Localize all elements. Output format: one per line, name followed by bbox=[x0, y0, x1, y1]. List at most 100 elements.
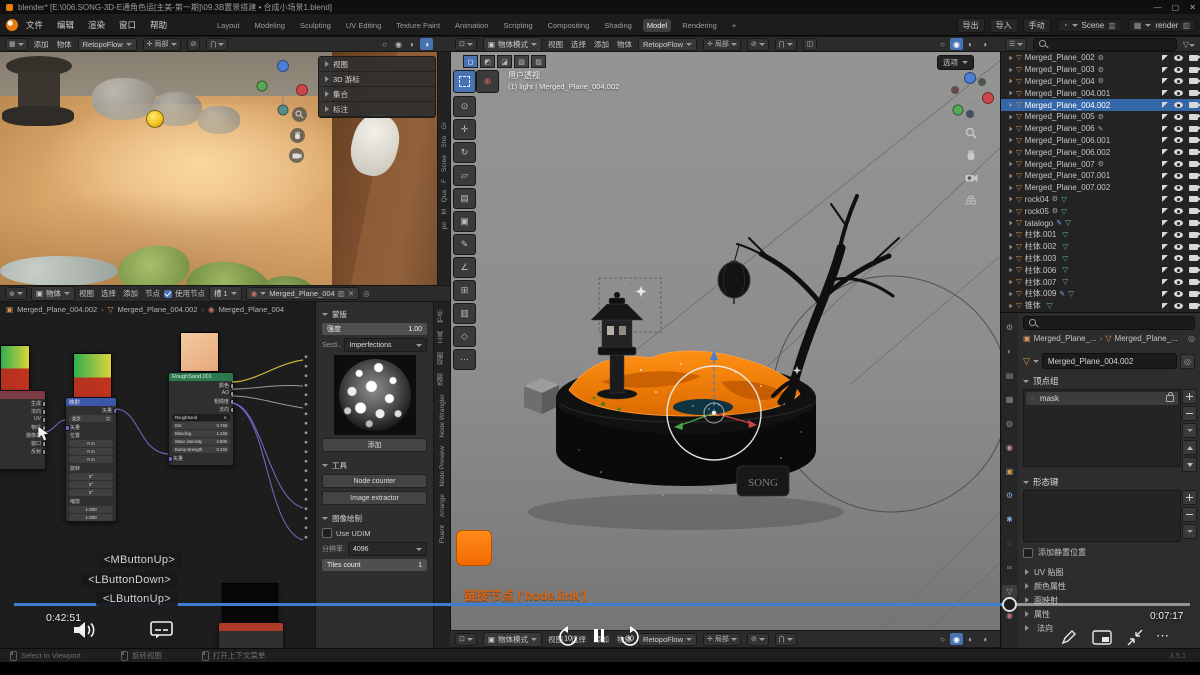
shading-mode-icon[interactable]: ○ bbox=[378, 38, 391, 50]
io-button[interactable]: 导出 bbox=[957, 18, 985, 33]
fake-user-button[interactable]: ◎ bbox=[1180, 354, 1195, 369]
tiles-count-field[interactable]: Tiles count1 bbox=[322, 559, 427, 571]
sidebar-tab[interactable]: 选项 bbox=[437, 373, 447, 386]
visibility-eye-icon[interactable] bbox=[1174, 149, 1183, 155]
properties-tab[interactable]: ▦ bbox=[1002, 393, 1017, 406]
visibility-eye-icon[interactable] bbox=[1174, 291, 1183, 297]
pan-hand-icon[interactable] bbox=[290, 128, 305, 143]
outliner-row[interactable]: ▽ 柱体.002 ▽ bbox=[1001, 241, 1200, 253]
outliner-row[interactable]: ▽ Merged_Plane_004 ⚙ bbox=[1001, 76, 1200, 88]
selectable-toggle-icon[interactable] bbox=[1162, 90, 1168, 96]
outliner-row[interactable]: ▽ 柱体.006 ▽ bbox=[1001, 264, 1200, 276]
shading-mode-icon[interactable]: ◑ bbox=[978, 633, 991, 645]
snap-magnet-icon[interactable]: ⋂ bbox=[775, 38, 797, 51]
slot-selector[interactable]: 槽 1 bbox=[209, 286, 242, 301]
properties-tab[interactable]: ◉ bbox=[1002, 441, 1017, 454]
sidebar-tab[interactable]: Scree bbox=[441, 155, 448, 172]
visibility-eye-icon[interactable] bbox=[1174, 244, 1183, 250]
tool-button[interactable]: ✛ bbox=[453, 119, 476, 140]
tool-button[interactable]: ⊙ bbox=[453, 96, 476, 117]
pip-icon[interactable] bbox=[1092, 630, 1112, 646]
mode-selector[interactable]: ▣ 物体模式 bbox=[483, 37, 542, 52]
nav-axis-gizmo[interactable] bbox=[252, 56, 312, 134]
tool-button[interactable]: ▤ bbox=[453, 188, 476, 209]
properties-tab[interactable]: ◌ bbox=[1002, 537, 1017, 550]
sidebar-tab[interactable]: Node Wrangler bbox=[439, 394, 446, 438]
shading-mode-icon[interactable]: ◑ bbox=[978, 38, 991, 50]
vertex-group-item[interactable]: ⁘mask bbox=[1026, 392, 1178, 405]
render-camera-icon[interactable] bbox=[1189, 55, 1198, 61]
selectable-toggle-icon[interactable] bbox=[1162, 161, 1168, 167]
header-menu[interactable]: 选择 bbox=[101, 288, 116, 299]
render-camera-icon[interactable] bbox=[1189, 137, 1198, 143]
header-menu[interactable]: 物体 bbox=[617, 39, 632, 50]
window-control-button[interactable]: ✕ bbox=[1189, 3, 1196, 12]
skip-forward-button[interactable]: 30 bbox=[618, 626, 642, 648]
outliner-row[interactable]: ▽ 锥体 ▽ bbox=[1001, 300, 1200, 312]
move-up-button[interactable] bbox=[1182, 440, 1197, 455]
blender-menu-icon[interactable] bbox=[6, 19, 18, 31]
pause-button[interactable] bbox=[594, 629, 604, 642]
window-control-button[interactable]: — bbox=[1154, 3, 1162, 12]
menu-item[interactable]: 窗口 bbox=[119, 19, 136, 31]
view-layer-selector[interactable]: ▦ render▥ bbox=[1128, 19, 1196, 32]
sidebar-tab[interactable]: Qua bbox=[441, 190, 448, 202]
select-mode-icon[interactable]: ▧ bbox=[514, 55, 529, 68]
outliner-row[interactable]: ▽ Merged_Plane_006.001 bbox=[1001, 135, 1200, 147]
visibility-eye-icon[interactable] bbox=[1174, 161, 1183, 167]
menu-item[interactable]: 帮助 bbox=[150, 19, 167, 31]
sidebar-section[interactable]: 视图 bbox=[319, 57, 435, 72]
tool-button[interactable]: ⊞ bbox=[453, 280, 476, 301]
shading-mode-icon[interactable]: ◐ bbox=[964, 38, 977, 50]
video-progress-knob[interactable] bbox=[1002, 597, 1017, 612]
main-3d-viewport[interactable]: SONG ◻◩◪▧▨ ⊕ 用户透视 (1 bbox=[450, 52, 1000, 630]
lock-icon[interactable] bbox=[1166, 395, 1174, 402]
render-camera-icon[interactable] bbox=[1189, 244, 1198, 250]
outliner-row[interactable]: ▽ Merged_Plane_004.001 bbox=[1001, 87, 1200, 99]
selectable-toggle-icon[interactable] bbox=[1162, 149, 1168, 155]
properties-tab[interactable]: ⚙ bbox=[1002, 489, 1017, 502]
remove-shape-key-button[interactable] bbox=[1182, 507, 1197, 522]
sidebar-tab[interactable]: Gr bbox=[441, 122, 448, 129]
visibility-eye-icon[interactable] bbox=[1174, 196, 1183, 202]
shading-mode-icon[interactable]: ◐ bbox=[406, 38, 419, 50]
hanging-lantern[interactable] bbox=[718, 245, 750, 304]
vertex-groups-header[interactable]: 顶点组 bbox=[1023, 375, 1059, 387]
header-menu[interactable]: 视图 bbox=[548, 39, 563, 50]
render-camera-icon[interactable] bbox=[1189, 114, 1198, 120]
header-menu[interactable]: 节点 bbox=[145, 288, 160, 299]
properties-tab[interactable]: ◐ bbox=[1002, 345, 1017, 358]
workspace-tab[interactable]: Rendering bbox=[678, 19, 721, 32]
visibility-eye-icon[interactable] bbox=[1174, 255, 1183, 261]
material-datablock[interactable]: ◉ Merged_Plane_004 ▥✕ bbox=[246, 287, 359, 300]
properties-search-input[interactable] bbox=[1023, 316, 1195, 330]
workspace-tab[interactable]: Modeling bbox=[251, 19, 289, 32]
transform-orientation[interactable]: ✛ 局部 bbox=[143, 38, 181, 51]
resolution-dropdown[interactable]: 4096 bbox=[348, 542, 427, 556]
select-mode-icon[interactable]: ▨ bbox=[531, 55, 546, 68]
workspace-tab[interactable]: UV Editing bbox=[342, 19, 385, 32]
select-mode-icon[interactable]: ◩ bbox=[480, 55, 495, 68]
sidebar-tab[interactable]: 工具 bbox=[437, 331, 447, 344]
sidebar-tab[interactable]: Node Preview bbox=[439, 446, 446, 486]
selectable-toggle-icon[interactable] bbox=[1162, 102, 1168, 108]
workspace-tab[interactable]: Layout bbox=[213, 19, 244, 32]
subtitle-toggle-icon[interactable] bbox=[150, 621, 174, 639]
zoom-icon[interactable] bbox=[292, 107, 307, 122]
visibility-eye-icon[interactable] bbox=[1174, 137, 1183, 143]
tool-button[interactable]: ▣ bbox=[453, 211, 476, 232]
workspace-tab[interactable]: Animation bbox=[451, 19, 492, 32]
render-camera-icon[interactable] bbox=[1189, 220, 1198, 226]
tool-button[interactable]: ✎ bbox=[453, 234, 476, 255]
visibility-eye-icon[interactable] bbox=[1174, 185, 1183, 191]
selectable-toggle-icon[interactable] bbox=[1162, 267, 1168, 273]
shading-mode-icon[interactable]: ◑ bbox=[420, 38, 433, 50]
outliner-row[interactable]: ▽ rock05 ⚙ ▽ bbox=[1001, 205, 1200, 217]
sidebar-tab[interactable]: Arrange bbox=[439, 494, 446, 517]
render-camera-icon[interactable] bbox=[1189, 196, 1198, 202]
header-menu[interactable]: 添加 bbox=[594, 39, 609, 50]
rest-position-row[interactable]: 添加静置位置 bbox=[1023, 547, 1086, 558]
selected-sand-mesh[interactable] bbox=[569, 351, 801, 416]
visibility-eye-icon[interactable] bbox=[1174, 208, 1183, 214]
strength-slider[interactable]: 强度1.00 bbox=[322, 323, 427, 335]
